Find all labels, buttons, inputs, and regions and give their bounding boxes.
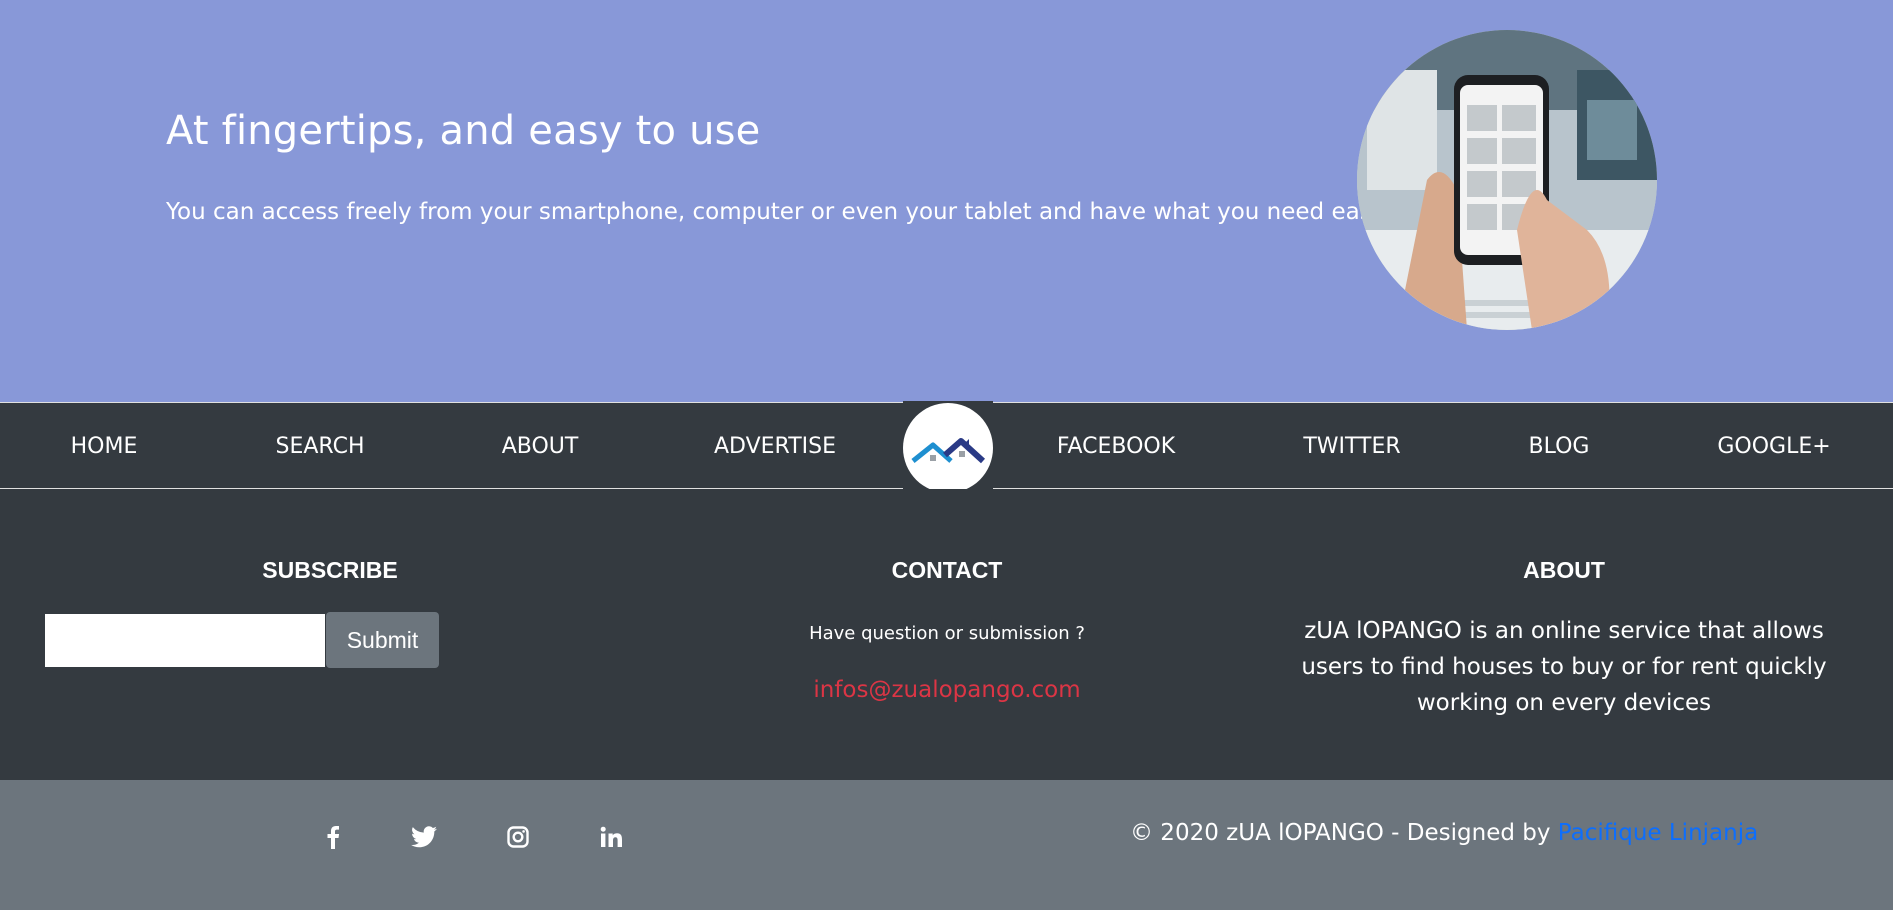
copyright-text: © 2020 zUA lOPANGO - Designed by Pacifiq… [1130,820,1758,846]
contact-email-link[interactable]: infos@zualopango.com [813,677,1080,703]
subscribe-email-input[interactable] [45,614,325,667]
footer-columns: SUBSCRIBE Submit CONTACT Have question o… [0,489,1893,780]
contact-title: CONTACT [891,557,1003,583]
logo-container [903,401,993,493]
hero-phone-image [1357,30,1657,330]
instagram-icon[interactable] [503,822,533,852]
facebook-icon[interactable] [318,822,348,852]
nav-google[interactable]: GOOGLE+ [1717,434,1830,459]
twitter-icon[interactable] [409,822,439,852]
hero-section: At fingertips, and easy to use You can a… [0,0,1893,402]
about-title: ABOUT [1523,557,1605,583]
nav-search[interactable]: SEARCH [275,434,364,459]
subscribe-title: SUBSCRIBE [262,557,398,583]
nav-twitter[interactable]: TWITTER [1303,434,1400,459]
nav-about[interactable]: ABOUT [502,434,579,459]
linkedin-icon[interactable] [596,822,626,852]
nav-blog[interactable]: BLOG [1529,434,1590,459]
hero-subtitle: You can access freely from your smartpho… [166,199,1399,225]
contact-question: Have question or submission ? [809,623,1085,644]
house-logo-icon[interactable] [903,403,993,493]
designer-link[interactable]: Pacifique Linjanja [1558,820,1758,846]
about-description: zUA lOPANGO is an online service that al… [1301,618,1827,716]
main-nav: HOME SEARCH ABOUT ADVERTISE FACEBOOK TWI… [0,401,1893,493]
copyright-label: © 2020 zUA lOPANGO - Designed by [1130,820,1558,846]
hero-title: At fingertips, and easy to use [166,108,761,154]
nav-facebook[interactable]: FACEBOOK [1057,434,1175,459]
nav-advertise[interactable]: ADVERTISE [714,434,836,459]
nav-home[interactable]: HOME [71,434,138,459]
submit-button[interactable]: Submit [326,612,439,668]
bottom-bar: © 2020 zUA lOPANGO - Designed by Pacifiq… [0,780,1893,910]
